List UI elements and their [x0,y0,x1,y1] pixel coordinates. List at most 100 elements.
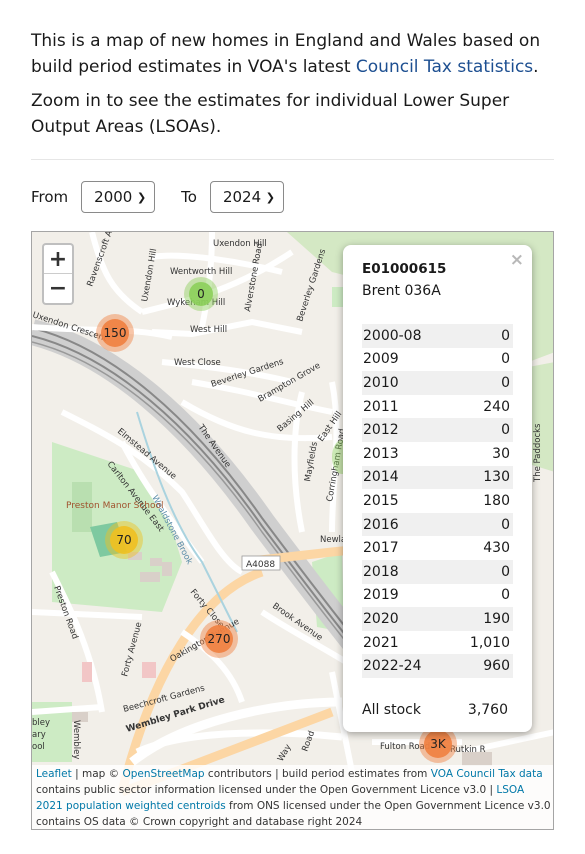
building [142,662,156,678]
openstreetmap-link[interactable]: OpenStreetMap [122,768,204,780]
period-cell: 2018 [362,559,451,584]
all-stock-label: All stock [362,701,421,718]
attribution-text: contributors | build period estimates fr… [204,768,431,780]
close-icon[interactable]: × [510,250,524,270]
period-cell: 2010 [362,371,451,395]
map-label: Wentworth Hill [170,267,232,277]
cluster-marker[interactable]: 70 [105,521,143,559]
period-cell: 2022-24 [362,654,451,678]
map-label: Beverley Gardens [295,247,328,323]
table-row: 2018 0 [362,559,513,584]
table-row: 2019 0 [362,584,513,608]
period-cell: 2020 [362,607,451,631]
table-row: 2020 190 [362,607,513,631]
cluster-marker[interactable]: 0 [184,277,218,311]
from-year-value: 2000 [94,188,133,206]
map-label: Way [276,743,294,764]
cluster-count: 70 [110,526,138,554]
map-label: Forty Avenue [120,621,144,678]
intro-text-1-end: . [533,57,539,77]
road-shield-label: A4088 [246,560,275,570]
lsoa-code: E01000615 [362,261,447,277]
to-year-value: 2024 [222,188,262,206]
all-stock-row: All stock 3,760 [362,702,508,718]
value-cell: 30 [492,445,510,462]
cluster-marker[interactable]: 150 [96,314,134,352]
map-label: ary [32,730,46,740]
table-row: 2017 430 [362,536,513,560]
chevron-down-icon: ❯ [265,190,275,204]
period-cell: 2012 [362,418,451,442]
value-cell: 0 [450,512,513,537]
value-cell: 0 [450,418,513,442]
cluster-count: 270 [205,625,233,653]
to-year-select[interactable]: 2024 ❯ [209,181,284,213]
value-cell: 0 [450,559,513,584]
period-cell: 2019 [363,587,399,604]
intro-paragraph-2: Zoom in to see the estimates for individ… [31,91,510,137]
cluster-count: 3K [424,730,452,758]
zoom-out-button[interactable]: − [44,274,72,303]
map-label: The Paddocks [533,423,543,483]
period-cell: 2013 [363,445,399,462]
map-label: West Hill [190,325,227,335]
map-label: Wembley [71,720,81,759]
table-row: 2014 130 [362,465,513,490]
attribution-text: contains public sector information licen… [36,784,497,796]
map-attribution: Leaflet | map © OpenStreetMap contributo… [32,765,553,829]
from-label: From [31,188,69,206]
map-label: Uxendon Hill [140,248,159,303]
table-row: 2000-08 0 [362,324,513,348]
table-row: 2021 1,010 [362,631,513,655]
table-row: 2012 0 [362,418,513,442]
period-cell: 2000-08 [362,324,451,348]
table-row: 2010 0 [362,371,513,395]
intro-paragraph-1: This is a map of new homes in England an… [31,28,561,80]
value-cell: 240 [483,398,510,415]
period-cell: 2009 [363,351,399,368]
value-cell: 0 [501,351,510,368]
map[interactable]: Uxendon Hill Wentworth Hill Wykeham Hill… [31,231,554,830]
period-cell: 2016 [362,512,451,537]
map-label: bley [32,718,50,728]
map-label: Mayfields [303,440,320,482]
value-cell: 180 [483,492,510,509]
value-cell: 0 [450,324,513,348]
year-range-controls: From 2000 ❯ To 2024 ❯ [31,181,284,213]
zoom-control: + − [42,243,74,305]
lsoa-popup: × E01000615 Brent 036A 2000-08 0 2009 0 2010… [343,245,532,732]
build-period-table: 2000-08 0 2009 0 2010 0 2011 240 2012 0 2013 30 2014… [362,324,513,678]
table-row: 2009 0 [362,348,513,372]
value-cell: 0 [501,587,510,604]
value-cell: 190 [450,607,513,631]
building [82,662,92,682]
from-year-select[interactable]: 2000 ❯ [81,181,156,213]
table-row: 2022-24 960 [362,654,513,678]
value-cell: 1,010 [469,634,510,651]
value-cell: 430 [483,540,510,557]
voa-council-tax-link[interactable]: VOA Council Tax data [431,768,543,780]
map-label: Preston Manor School [66,501,164,511]
cluster-marker[interactable]: 270 [200,620,238,658]
period-cell: 2021 [363,634,399,651]
map-label: ool [32,742,45,752]
period-cell: 2017 [363,540,399,557]
divider [31,159,554,160]
table-row: 2013 30 [362,442,513,466]
intro-text: This is a map of new homes in England an… [31,28,561,148]
table-row: 2016 0 [362,512,513,537]
chevron-down-icon: ❯ [136,190,147,204]
period-cell: 2011 [363,398,399,415]
zoom-in-button[interactable]: + [44,245,72,274]
to-label: To [181,188,197,206]
lsoa-name: Brent 036A [362,283,441,299]
table-row: 2015 180 [362,489,513,513]
value-cell: 0 [450,371,513,395]
leaflet-link[interactable]: Leaflet [36,768,72,780]
map-label: West Close [174,358,221,368]
value-cell: 960 [450,654,513,678]
all-stock-value: 3,760 [467,701,508,718]
council-tax-statistics-link[interactable]: Council Tax statistics [356,57,533,77]
cluster-count: 150 [101,319,129,347]
period-cell: 2014 [362,465,451,490]
